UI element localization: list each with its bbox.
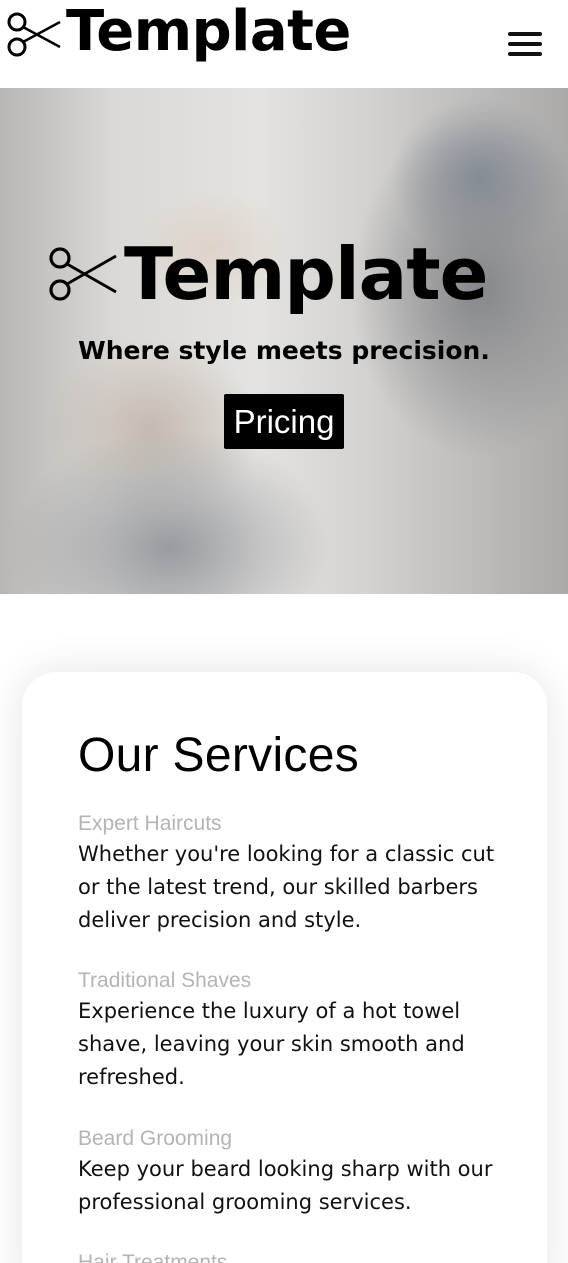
site-header: Template (0, 0, 568, 88)
service-item: Traditional Shaves Experience the luxury… (78, 967, 498, 1094)
hamburger-menu-icon[interactable] (508, 30, 542, 58)
scissors-icon (49, 247, 117, 301)
scissors-icon (7, 12, 61, 57)
service-description: Experience the luxury of a hot towel sha… (78, 999, 465, 1089)
services-title: Our Services (78, 729, 360, 782)
service-description: Keep your beard looking sharp with our p… (78, 1157, 493, 1214)
hero-section: Template Where style meets precision. Pr… (0, 88, 568, 594)
service-item: Hair Treatments (78, 1249, 498, 1263)
service-name: Beard Grooming (78, 1127, 233, 1150)
hero-logo: Template (48, 232, 488, 316)
service-item: Expert Haircuts Whether you're looking f… (78, 810, 498, 937)
services-card: Our Services Expert Haircuts Whether you… (22, 672, 547, 1263)
hero-tagline: Where style meets precision. (78, 336, 490, 365)
pricing-button[interactable]: Pricing (224, 394, 344, 449)
brand-wordmark: Template (66, 0, 351, 64)
service-description: Whether you're looking for a classic cut… (78, 842, 495, 932)
service-name: Traditional Shaves (78, 969, 252, 992)
brand-logo-link[interactable]: Template (6, 0, 351, 64)
service-name: Expert Haircuts (78, 812, 222, 835)
hero-wordmark: Template (124, 232, 488, 316)
service-item: Beard Grooming Keep your beard looking s… (78, 1125, 498, 1219)
service-name: Hair Treatments (78, 1251, 228, 1263)
